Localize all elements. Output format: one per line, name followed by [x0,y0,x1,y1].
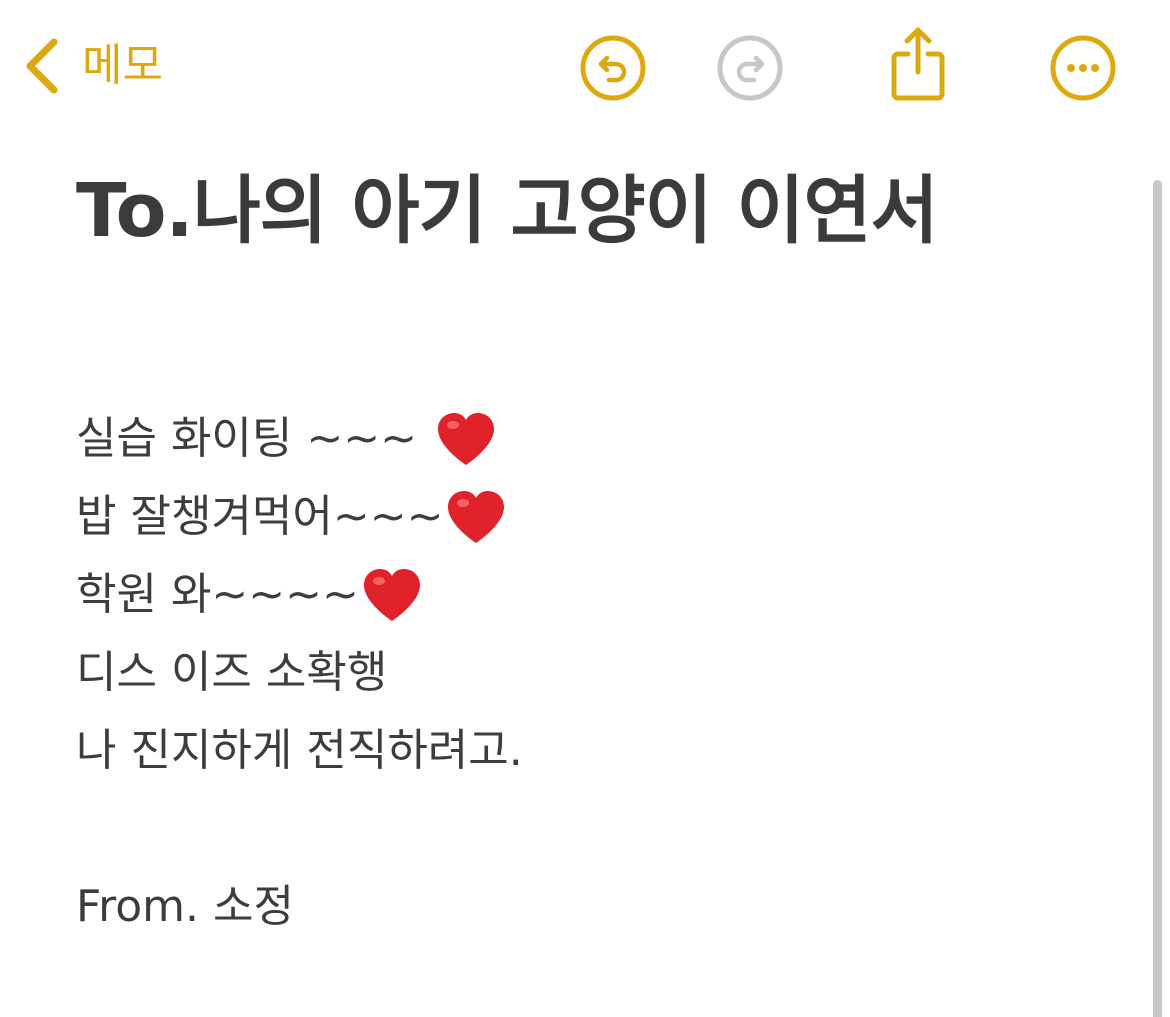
heart-emoji-icon [435,411,497,467]
undo-icon [579,34,647,102]
note-line-text: 나 진지하게 전직하려고. [76,725,523,776]
note-line[interactable] [76,790,1136,868]
notes-editor-screen: 메모 To.나의 아기 고양이 이연서 실습 화이팅 ~~~ 밥 잘챙겨먹어~~… [0,0,1170,1017]
redo-icon [716,34,784,102]
note-line-text: 디스 이즈 소확행 [76,647,388,698]
heart-emoji-icon [445,489,507,545]
back-button[interactable]: 메모 [22,34,163,98]
note-line-text: 밥 잘챙겨먹어~~~ [76,491,444,542]
navigation-bar: 메모 [0,0,1170,140]
note-body[interactable]: 실습 화이팅 ~~~ 밥 잘챙겨먹어~~~ 학원 와~~~~ 디스 이즈 소확행나 진… [76,400,1136,946]
scroll-indicator[interactable] [1153,180,1162,1017]
share-button[interactable] [884,26,952,102]
share-icon [888,26,948,102]
note-line[interactable]: 나 진지하게 전직하려고. [76,712,1136,790]
more-button[interactable] [1049,34,1117,102]
note-line[interactable]: 학원 와~~~~ [76,556,1136,634]
note-line-text: From. 소정 [76,881,294,932]
redo-button[interactable] [716,34,784,102]
note-line-text: 학원 와~~~~ [76,569,359,620]
note-line[interactable]: 밥 잘챙겨먹어~~~ [76,478,1136,556]
note-line[interactable]: 실습 화이팅 ~~~ [76,400,1136,478]
back-button-label: 메모 [82,40,163,91]
more-icon [1049,34,1117,102]
note-title[interactable]: To.나의 아기 고양이 이연서 [76,166,939,256]
undo-button[interactable] [579,34,647,102]
chevron-left-icon [22,34,62,98]
note-line-text: 실습 화이팅 ~~~ [76,413,417,464]
heart-emoji-icon [361,567,423,623]
note-line[interactable]: From. 소정 [76,868,1136,946]
note-line[interactable]: 디스 이즈 소확행 [76,634,1136,712]
